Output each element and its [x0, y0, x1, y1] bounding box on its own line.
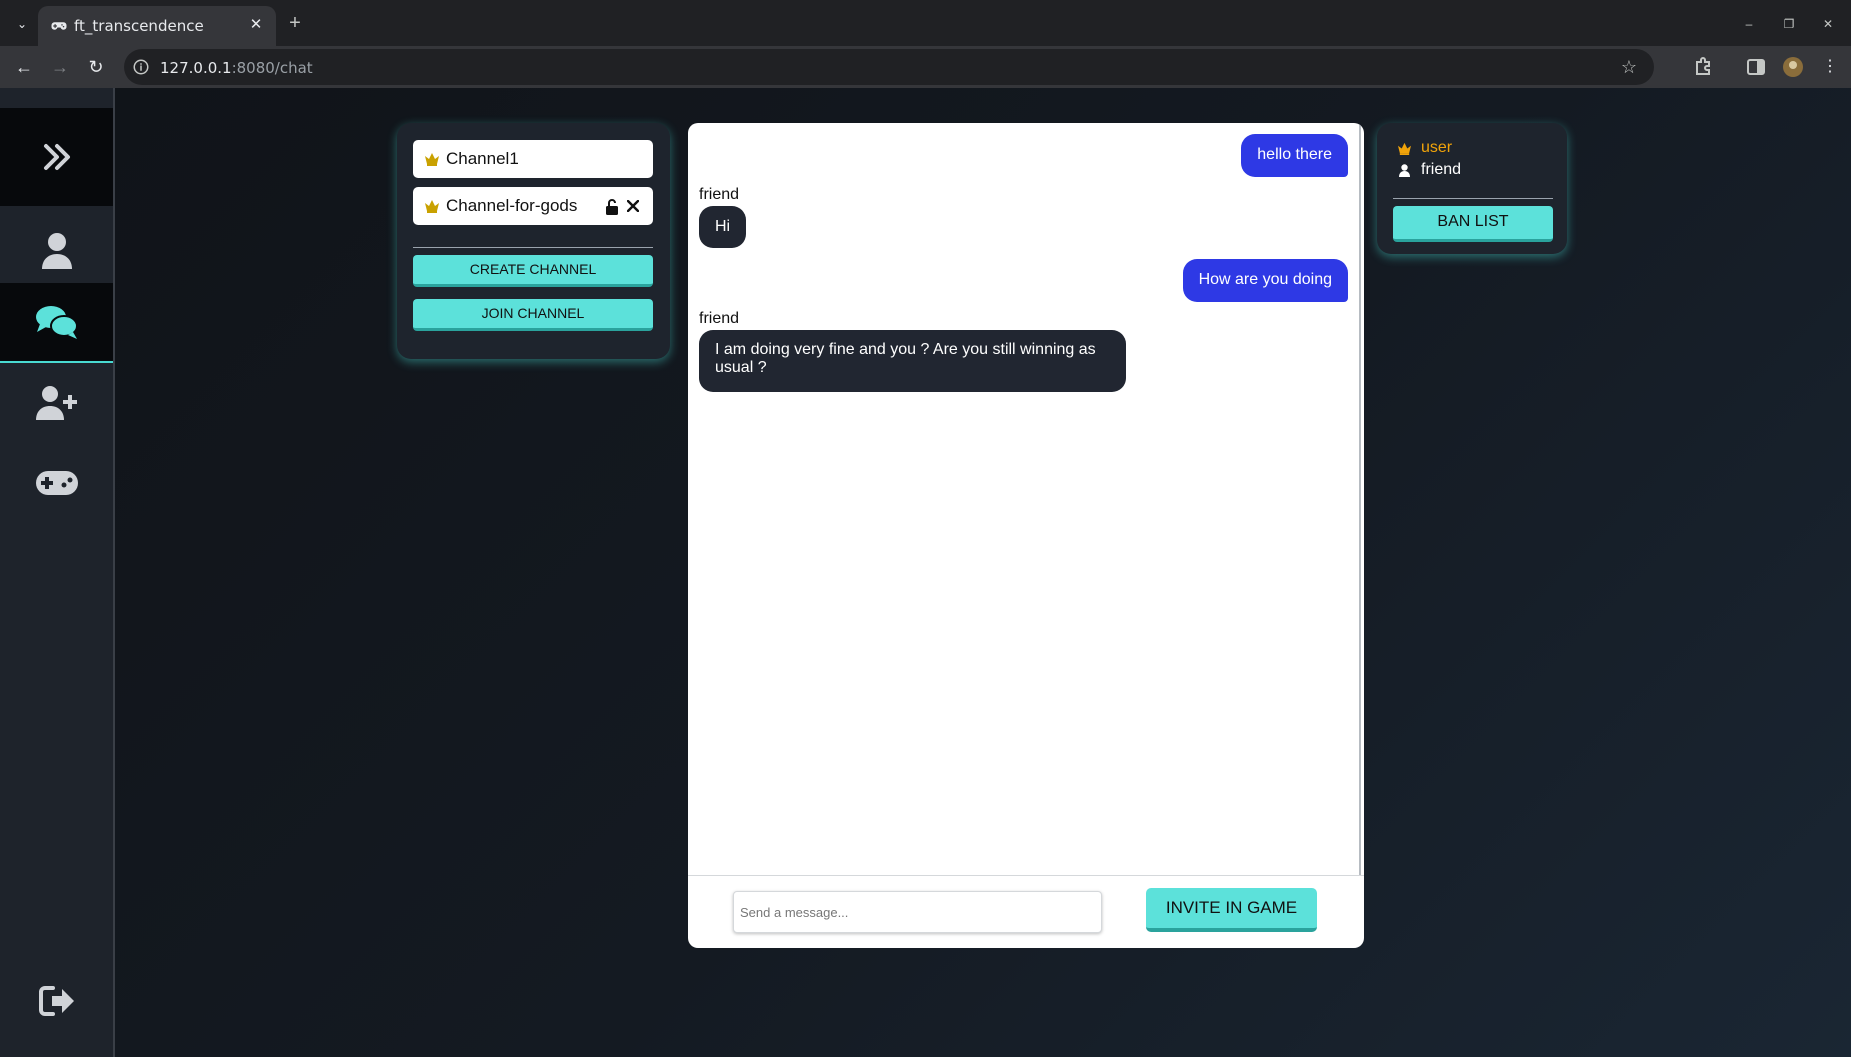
sidebar	[0, 88, 115, 1057]
chat-bubbles-icon	[35, 306, 78, 339]
window-close-icon[interactable]: ✕	[1816, 12, 1840, 36]
browser-tab[interactable]: ft_transcendence ✕	[38, 6, 276, 46]
address-bar[interactable]: 127.0.0.1:8080/chat ☆	[124, 49, 1654, 85]
channels-panel: Channel1 Channel-for-gods CREATE CHANNEL…	[397, 123, 670, 359]
message-sender: friend	[699, 186, 740, 203]
sidebar-item-logout[interactable]	[0, 961, 113, 1041]
url-path: :8080/chat	[231, 59, 313, 77]
crown-icon	[1398, 142, 1411, 155]
browser-toolbar: ← → ↻ 127.0.0.1:8080/chat ☆ ⋮	[0, 46, 1851, 88]
side-panel-icon[interactable]	[1744, 55, 1768, 79]
forward-icon[interactable]: →	[48, 55, 72, 79]
sidebar-item-profile[interactable]	[0, 211, 113, 291]
sidebar-item-game[interactable]	[0, 443, 113, 523]
url-text: 127.0.0.1:8080/chat	[160, 59, 313, 77]
outgoing-message: How are you doing	[1182, 259, 1348, 302]
browser-tab-bar: ⌄ ft_transcendence ✕ + – ❐ ✕	[0, 0, 1851, 46]
message-input[interactable]	[733, 891, 1102, 933]
reload-icon[interactable]: ↻	[84, 55, 108, 79]
logout-icon	[38, 986, 74, 1016]
page-viewport: Channel1 Channel-for-gods CREATE CHANNEL…	[0, 88, 1851, 1057]
message-sender: friend	[699, 310, 740, 327]
crown-icon	[425, 200, 439, 213]
chat-footer-divider	[688, 875, 1364, 876]
join-channel-button[interactable]: JOIN CHANNEL	[413, 299, 653, 331]
sidebar-item-chat[interactable]	[0, 283, 113, 363]
tab-title: ft_transcendence	[74, 17, 204, 35]
tab-search-icon[interactable]: ⌄	[12, 14, 32, 34]
sidebar-toggle[interactable]	[0, 108, 113, 206]
chevrons-right-icon	[43, 144, 70, 170]
minimize-icon[interactable]: –	[1737, 12, 1761, 36]
url-host: 127.0.0.1	[160, 59, 232, 77]
user-icon	[1399, 164, 1410, 177]
invite-in-game-button[interactable]: INVITE IN GAME	[1146, 888, 1317, 932]
chat-panel: hello there friend Hi How are you doing …	[688, 123, 1364, 948]
channel-item[interactable]: Channel-for-gods	[413, 187, 653, 225]
browser-menu-icon[interactable]: ⋮	[1818, 55, 1842, 79]
user-icon	[41, 233, 72, 269]
new-tab-icon[interactable]: +	[284, 12, 306, 34]
member-name: friend	[1421, 161, 1462, 178]
unlock-icon[interactable]	[605, 199, 619, 215]
restore-icon[interactable]: ❐	[1777, 12, 1801, 36]
gamepad-icon	[35, 471, 78, 495]
add-user-icon	[35, 386, 77, 420]
chat-scrollbar[interactable]	[1359, 123, 1361, 875]
gamepad-favicon-icon	[51, 22, 67, 30]
member-name: user	[1421, 139, 1453, 156]
members-panel: user friend BAN LIST	[1377, 123, 1567, 254]
ban-list-button[interactable]: BAN LIST	[1393, 206, 1553, 242]
members-divider	[1393, 198, 1553, 199]
channel-name: Channel1	[446, 149, 519, 168]
profile-avatar-icon[interactable]	[1781, 55, 1805, 79]
extensions-icon[interactable]	[1692, 55, 1716, 79]
channel-name: Channel-for-gods	[446, 196, 578, 215]
incoming-message: I am doing very fine and you ? Are you s…	[699, 330, 1126, 392]
channels-divider	[413, 247, 653, 248]
crown-icon	[425, 153, 439, 166]
bookmark-star-icon[interactable]: ☆	[1618, 56, 1640, 78]
outgoing-message: hello there	[1241, 134, 1348, 177]
incoming-message: Hi	[699, 206, 747, 248]
site-info-icon[interactable]	[132, 58, 150, 76]
channel-item[interactable]: Channel1	[413, 140, 653, 178]
sidebar-item-add-friend[interactable]	[0, 363, 113, 443]
tab-close-icon[interactable]: ✕	[246, 15, 266, 35]
back-icon[interactable]: ←	[12, 55, 36, 79]
create-channel-button[interactable]: CREATE CHANNEL	[413, 255, 653, 287]
close-icon[interactable]	[627, 200, 639, 212]
